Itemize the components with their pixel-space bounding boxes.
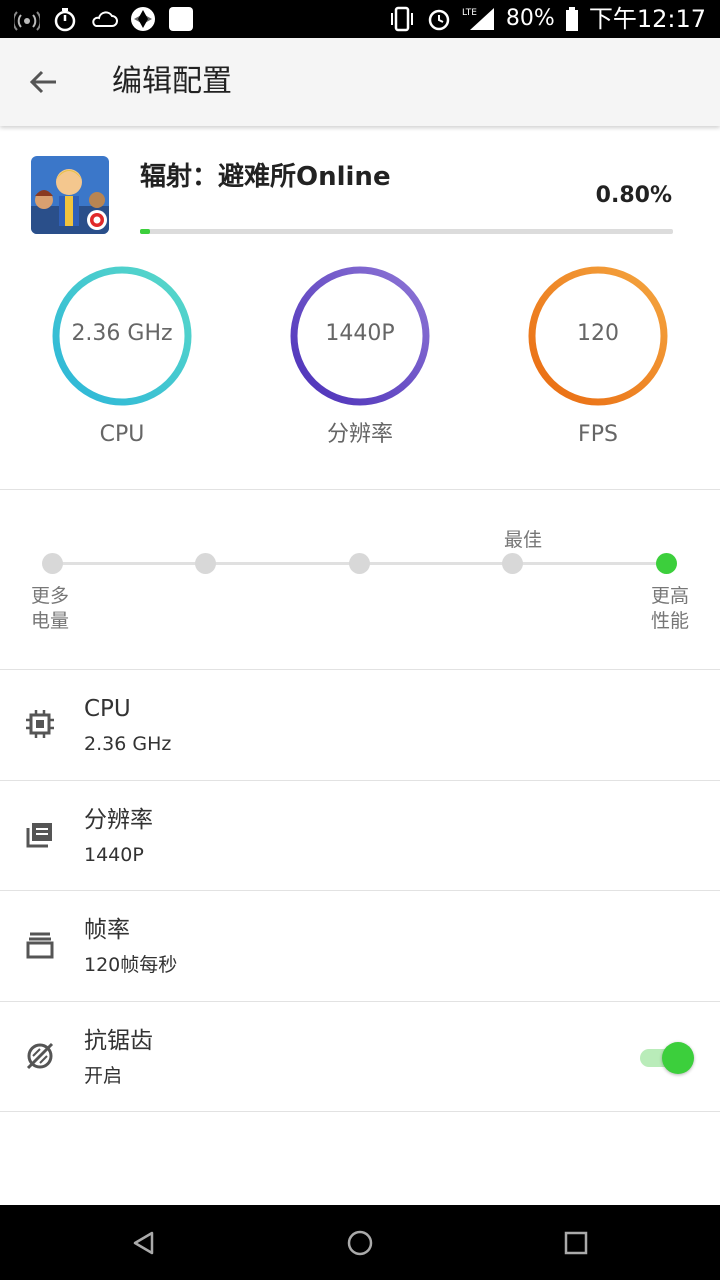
gauge-resolution-label: 分辨率 [326, 422, 393, 447]
signal-icon: LTE [462, 8, 494, 30]
setting-value: 开启 [84, 1065, 123, 1087]
cpu-chip-icon [26, 710, 54, 738]
game-percent: 0.80% [595, 183, 672, 208]
setting-title: CPU [84, 696, 131, 722]
wifi-hotspot-icon [14, 11, 40, 31]
nav-home-icon[interactable] [342, 1225, 378, 1261]
gauge-resolution[interactable]: 1440P 分辨率 [288, 264, 432, 447]
setting-title: 分辨率 [84, 807, 153, 833]
weather-icon [92, 11, 118, 27]
status-bar-right: LTE 80% 下午12:17 [388, 5, 706, 33]
battery-icon [565, 7, 578, 31]
slider-left-label-2: 电量 [30, 610, 69, 632]
game-icon [31, 156, 109, 234]
status-bar-left [14, 5, 194, 33]
setting-row-anti-aliasing[interactable]: 抗锯齿 开启 [0, 1002, 720, 1112]
slider-best-label: 最佳 [503, 529, 542, 551]
game-progress-fill [140, 229, 150, 234]
slider-step-5[interactable] [656, 553, 677, 574]
game-title: 辐射：避难所Online [140, 162, 391, 192]
slider-step-1[interactable] [42, 553, 63, 574]
divider [0, 489, 720, 490]
setting-row-cpu[interactable]: CPU 2.36 GHz [0, 670, 720, 780]
slider-step-4[interactable] [502, 553, 523, 574]
gauge-cpu-label: CPU [99, 422, 145, 447]
status-bar: LTE 80% 下午12:17 [0, 0, 720, 38]
frame-rate-icon [26, 932, 54, 959]
slider-step-2[interactable] [195, 553, 216, 574]
setting-row-frame-rate[interactable]: 帧率 120帧每秒 [0, 891, 720, 1001]
slider-right-label-2: 性能 [650, 610, 689, 632]
gauge-cpu[interactable]: 2.36 GHz CPU [50, 264, 194, 447]
setting-title: 帧率 [84, 917, 130, 943]
anti-aliasing-toggle[interactable] [638, 1042, 694, 1074]
nav-back-icon[interactable] [126, 1225, 162, 1261]
stopwatch-icon [54, 8, 76, 32]
page-title: 编辑配置 [112, 64, 232, 99]
slider-step-3[interactable] [349, 553, 370, 574]
gauge-fps-value: 120 [577, 321, 619, 346]
app-icon [131, 7, 155, 31]
battery-percent: 80% [505, 6, 555, 31]
toggle-thumb [662, 1042, 694, 1074]
game-progress-bar [140, 229, 673, 234]
gauge-resolution-value: 1440P [325, 321, 395, 346]
vibrate-icon [390, 6, 413, 32]
setting-value: 1440P [84, 844, 144, 866]
slider-left-label-1: 更多 [30, 585, 69, 607]
setting-title: 抗锯齿 [84, 1028, 153, 1054]
gauge-fps-label: FPS [578, 422, 618, 447]
divider [0, 1111, 720, 1112]
setting-value: 120帧每秒 [84, 954, 178, 976]
gauge-fps[interactable]: 120 FPS [526, 264, 670, 447]
slider-right-label-1: 更高 [650, 585, 689, 607]
alarm-icon [428, 9, 450, 31]
navigation-bar [0, 1205, 720, 1280]
resolution-icon [26, 823, 52, 848]
nav-recents-icon[interactable] [558, 1225, 594, 1261]
back-arrow-icon[interactable] [24, 62, 64, 102]
setting-value: 2.36 GHz [84, 733, 172, 755]
anti-aliasing-icon [26, 1042, 54, 1070]
setting-row-resolution[interactable]: 分辨率 1440P [0, 781, 720, 891]
app-screen: LTE 80% 下午12:17 编辑配置 辐射：避难所Online 0.80% … [0, 0, 720, 1280]
app-bar: 编辑配置 [0, 38, 720, 126]
notification-icon [169, 7, 193, 31]
clock: 下午12:17 [588, 5, 706, 33]
gauge-cpu-value: 2.36 GHz [71, 321, 173, 346]
network-type: LTE [462, 8, 477, 18]
